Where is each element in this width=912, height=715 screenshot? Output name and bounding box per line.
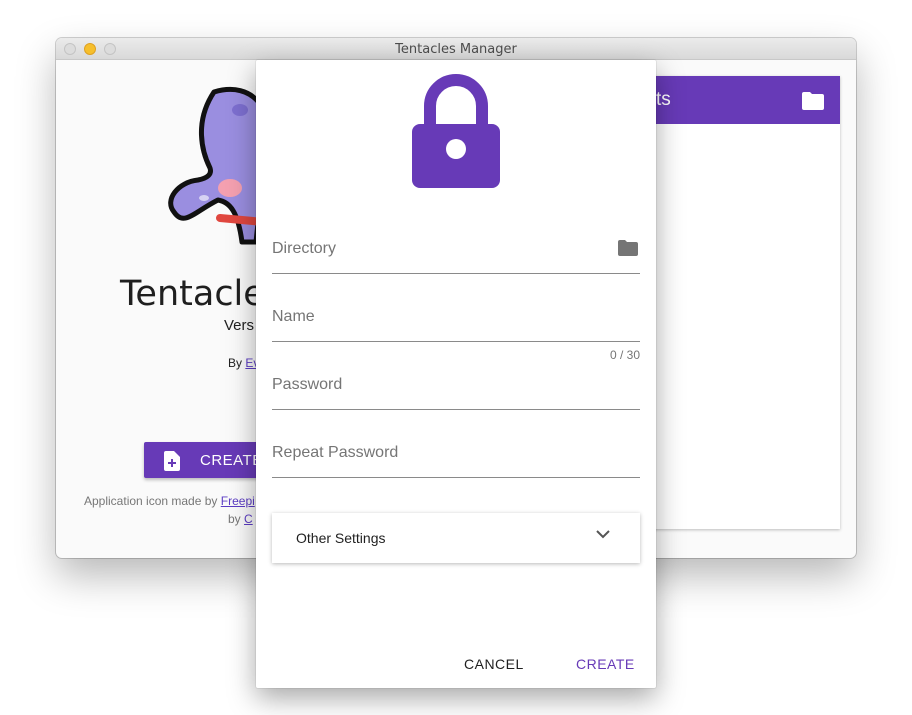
lock-icon xyxy=(412,74,500,188)
window-title: Tentacles Manager xyxy=(395,42,517,57)
create-vault-label: CREATE xyxy=(200,452,263,469)
cancel-button[interactable]: CANCEL xyxy=(464,656,524,672)
document-add-icon xyxy=(164,451,180,471)
folder-icon[interactable] xyxy=(802,92,824,110)
folder-icon[interactable] xyxy=(618,240,638,256)
repeat-password-placeholder: Repeat Password xyxy=(272,444,399,461)
author-prefix: By xyxy=(228,356,243,370)
repeat-password-field[interactable]: Repeat Password xyxy=(272,438,640,478)
title-bar[interactable]: Tentacles Manager xyxy=(56,38,856,60)
icon-credit-line2: by C xyxy=(228,512,253,526)
password-placeholder: Password xyxy=(272,376,343,393)
credit-by: by xyxy=(228,512,241,526)
directory-placeholder: Directory xyxy=(272,240,337,257)
icon-credit: Application icon made by Freepi xyxy=(84,494,255,508)
other-settings-expander[interactable]: Other Settings xyxy=(272,513,640,563)
vaults-panel-title: ts xyxy=(656,89,671,110)
other-settings-label: Other Settings xyxy=(296,530,386,546)
name-char-counter: 0 / 30 xyxy=(610,348,641,362)
version-label: Vers xyxy=(224,317,255,334)
directory-field[interactable]: Directory xyxy=(272,234,640,274)
name-field[interactable]: Name xyxy=(272,302,640,342)
credit-link[interactable]: Freepi xyxy=(221,494,255,508)
author-line: By Ev xyxy=(228,356,259,370)
password-field[interactable]: Password xyxy=(272,370,640,410)
credit-prefix: Application icon made by xyxy=(84,494,218,508)
name-placeholder: Name xyxy=(272,308,315,325)
create-button[interactable]: CREATE xyxy=(576,656,635,672)
create-vault-dialog: Directory Name 0 / 30 Password Repeat Pa… xyxy=(256,60,656,688)
credit-link-2[interactable]: C xyxy=(244,512,253,526)
chevron-down-icon xyxy=(596,530,610,539)
